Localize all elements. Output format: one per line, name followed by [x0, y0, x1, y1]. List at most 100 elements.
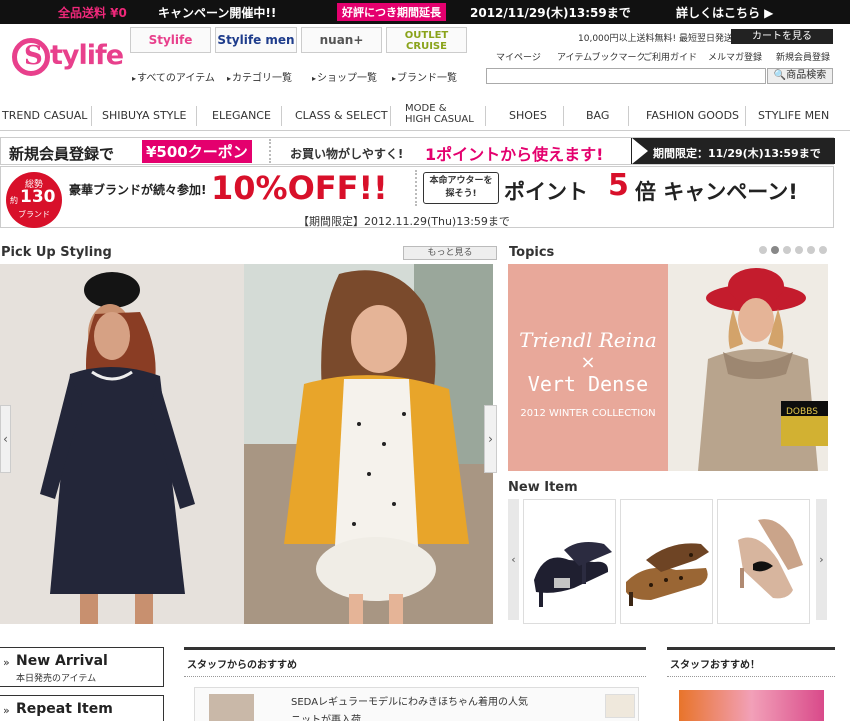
- pickup-photo-yellow-jacket[interactable]: [244, 264, 493, 624]
- divider: [485, 106, 486, 126]
- topic-line-1: Triendl Reina: [519, 328, 657, 352]
- staff-item-text-1: SEDAレギュラーモデルにわみきほちゃん着用の人気: [291, 697, 529, 708]
- outer-line-2: 探そう!: [445, 189, 477, 199]
- campaign-datetime: 2012/11/29(木)13:59まで: [470, 6, 631, 20]
- new-item-card-leopard-pumps[interactable]: [620, 499, 713, 624]
- cat-class-select[interactable]: CLASS & SELECT: [295, 109, 388, 122]
- search-input[interactable]: [486, 68, 766, 84]
- more-button[interactable]: もっと見る: [403, 246, 497, 260]
- logo-text[interactable]: tylife: [50, 40, 124, 71]
- extended-badge: 好評につき期間延長: [337, 3, 446, 21]
- new-item-prev-arrow[interactable]: ‹: [508, 499, 519, 620]
- carousel-dot[interactable]: [783, 246, 791, 254]
- repeat-item-button[interactable]: » Repeat Item: [0, 695, 164, 721]
- guide-link[interactable]: ご利用ガイド: [643, 50, 697, 63]
- carousel-dot[interactable]: [759, 246, 767, 254]
- topic-line-4: 2012 WINTER COLLECTION: [520, 408, 656, 419]
- divider: [563, 106, 564, 126]
- divider: [184, 676, 646, 677]
- brand-tab-outlet-cruise[interactable]: OUTLET CRUISE: [386, 27, 467, 53]
- point-campaign-text-b: 倍 キャンペーン!: [635, 180, 798, 204]
- new-item-card-black-heels[interactable]: [523, 499, 616, 624]
- details-link[interactable]: 詳しくはこちら ▶: [676, 4, 773, 21]
- new-arrival-button[interactable]: » New Arrival 本日発売のアイテム: [0, 647, 164, 687]
- pickup-prev-arrow[interactable]: ‹: [0, 405, 11, 473]
- cat-mode[interactable]: MODE &: [405, 103, 447, 114]
- outer-search-box[interactable]: 本命アウターを 探そう!: [423, 172, 499, 204]
- search-icon: 🔍: [773, 70, 787, 81]
- pickup-next-arrow[interactable]: ›: [484, 405, 497, 473]
- shoe-leopard-pumps-image: [626, 543, 709, 606]
- bookmark-link[interactable]: アイテムブックマーク: [557, 50, 646, 63]
- topic-photo-red-hat[interactable]: DOBBS: [668, 264, 828, 471]
- staff-pick-title: スタッフおすすめ！: [670, 660, 760, 671]
- cat-shoes[interactable]: SHOES: [509, 109, 547, 122]
- staff-recommend-title: スタッフからのおすすめ: [187, 660, 297, 671]
- divider: [415, 170, 417, 206]
- carousel-dot-active[interactable]: [771, 246, 779, 254]
- free-shipping-note: 10,000円以上送料無料! 最短翌日発送: [578, 34, 733, 44]
- new-arrival-sub: 本日発売のアイテム: [16, 674, 97, 684]
- point-campaign-text-a: ポイント: [504, 180, 588, 204]
- shop-list-link[interactable]: ショップ一覧: [312, 69, 377, 84]
- new-item-card-bow-pumps[interactable]: [717, 499, 810, 624]
- pickup-title: Pick Up Styling: [1, 245, 112, 260]
- point-campaign-number: 5: [608, 168, 629, 203]
- register-banner[interactable]: 新規会員登録で ¥500クーポン お買い物がしやすく! 1ポイントから使えます!…: [0, 137, 835, 165]
- divider: [196, 106, 197, 126]
- topic-banner-collab[interactable]: Triendl Reina × Vert Dense 2012 WINTER C…: [508, 264, 668, 471]
- ten-percent-off-text: 10%OFF!!: [211, 169, 388, 207]
- repeat-item-label: Repeat Item: [16, 701, 113, 717]
- brand-tab-stylife-men[interactable]: Stylife men: [215, 27, 297, 53]
- pickup-photo-navy-dress[interactable]: [0, 264, 244, 624]
- staff-recommend-item[interactable]: SEDAレギュラーモデルにわみきほちゃん着用の人気 ニットが再入荷…: [194, 687, 639, 721]
- points-text: 1ポイントから使えます!: [425, 145, 604, 164]
- divider: [745, 106, 746, 126]
- category-list-link[interactable]: カテゴリ一覧: [227, 69, 292, 84]
- cat-shibuya-style[interactable]: SHIBUYA STYLE: [102, 109, 186, 122]
- search-button[interactable]: 🔍商品検索: [767, 68, 833, 84]
- free-shipping-text: 全品送料 ¥0: [58, 6, 127, 20]
- register-link[interactable]: 新規会員登録: [776, 50, 830, 63]
- circle-bottom-text: ブランド: [18, 210, 50, 219]
- newsletter-link[interactable]: メルマガ登録: [708, 50, 762, 63]
- campaign-banner[interactable]: 総勢 約 130 ブランド 豪華ブランドが続々参加! 10%OFF!! 本命アウ…: [0, 166, 834, 228]
- brand-tab-nuan[interactable]: nuan+: [301, 27, 382, 53]
- divider: [269, 139, 271, 163]
- cat-trend-casual[interactable]: TREND CASUAL: [2, 109, 87, 122]
- model-yellow-jacket-illustration: [244, 264, 493, 624]
- campaign-period-text: 【期間限定】2012.11.29(Thu)13:59まで: [298, 215, 510, 228]
- carousel-dot[interactable]: [807, 246, 815, 254]
- mypage-link[interactable]: マイページ: [496, 50, 541, 63]
- new-arrival-label: New Arrival: [16, 653, 108, 669]
- new-item-title: New Item: [508, 480, 578, 495]
- new-item-next-arrow[interactable]: ›: [816, 499, 827, 620]
- view-cart-button[interactable]: カートを見る: [731, 29, 833, 44]
- brand-list-link[interactable]: ブランド一覧: [392, 69, 457, 84]
- cat-stylife-men[interactable]: STYLIFE MEN: [758, 109, 829, 122]
- cat-high-casual[interactable]: HIGH CASUAL: [405, 114, 474, 125]
- brand-tab-stylife[interactable]: Stylife: [130, 27, 211, 53]
- register-text: 新規会員登録で: [9, 145, 115, 163]
- campaign-topbar: 全品送料 ¥0 キャンペーン開催中!! 好評につき期間延長 2012/11/29…: [0, 0, 850, 24]
- cat-bag[interactable]: BAG: [586, 109, 609, 122]
- staff-pick-thumbnail[interactable]: [679, 690, 824, 721]
- model-navy-dress-illustration: [0, 264, 244, 624]
- cat-fashion-goods[interactable]: FASHION GOODS: [646, 109, 739, 122]
- carousel-dot[interactable]: [795, 246, 803, 254]
- staff-item-text-2: ニットが再入荷…: [291, 715, 371, 721]
- cat-elegance[interactable]: ELEGANCE: [212, 109, 271, 122]
- divider: [91, 106, 92, 126]
- search-button-label: 商品検索: [786, 70, 827, 81]
- circle-pre-text: 約: [10, 196, 18, 205]
- carousel-dot[interactable]: [819, 246, 827, 254]
- staff-item-logo: [605, 694, 635, 718]
- category-nav: TREND CASUAL SHIBUYA STYLE ELEGANCE CLAS…: [0, 101, 850, 131]
- double-chevron-icon: »: [3, 656, 10, 669]
- divider: [281, 106, 282, 126]
- model-red-hat-illustration: DOBBS: [668, 264, 828, 471]
- logo-mark[interactable]: S: [12, 38, 50, 76]
- banner-notch: [632, 138, 648, 164]
- campaign-text: キャンペーン開催中!!: [158, 6, 277, 20]
- all-items-link[interactable]: すべてのアイテム: [132, 69, 215, 84]
